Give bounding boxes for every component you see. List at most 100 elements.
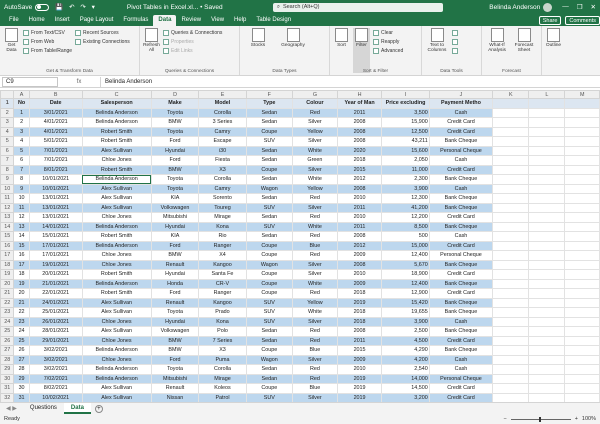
cell[interactable]: 6 — [13, 155, 30, 166]
cell[interactable]: 23 — [13, 316, 30, 327]
cell[interactable]: 29/01/2021 — [28, 335, 83, 346]
cell[interactable] — [528, 288, 566, 299]
cell[interactable]: Green — [292, 155, 338, 166]
cell[interactable]: Corolla — [198, 364, 247, 375]
cell[interactable]: SUV — [245, 297, 294, 308]
column-header[interactable]: A — [13, 90, 30, 99]
cell[interactable]: Renault — [150, 297, 200, 308]
cell[interactable]: Sedan — [245, 326, 294, 337]
cell[interactable]: 16 — [13, 250, 30, 261]
cell[interactable]: Sedan — [245, 335, 294, 346]
cell[interactable]: 10/01/2021 — [28, 183, 83, 194]
cell[interactable]: White — [292, 307, 338, 318]
cell[interactable]: Alex Sullivan — [81, 297, 152, 308]
cell[interactable] — [564, 231, 600, 242]
cell[interactable]: 4/01/2021 — [28, 117, 83, 128]
cell[interactable]: 2018 — [336, 155, 383, 166]
cell[interactable]: BMW — [150, 117, 200, 128]
cell[interactable] — [564, 212, 600, 223]
cell[interactable] — [492, 373, 530, 384]
cell[interactable]: 30 — [13, 383, 30, 394]
cell[interactable]: Hyundai — [150, 269, 200, 280]
cell[interactable]: 17 — [13, 259, 30, 270]
row-header[interactable]: 30 — [0, 373, 15, 384]
cell[interactable]: 2009 — [336, 278, 383, 289]
cell[interactable]: Yellow — [292, 183, 338, 194]
worksheet-grid[interactable]: ABCDEFGHIJKLM 1 No Date Salesperson Make Mode… — [0, 90, 600, 413]
cell[interactable]: Chloe Jones — [81, 335, 152, 346]
cell[interactable] — [564, 221, 600, 232]
comments-button[interactable]: Comments — [565, 16, 600, 25]
cell[interactable]: 18,900 — [381, 269, 430, 280]
cell[interactable]: 18 — [13, 269, 30, 280]
cell[interactable]: 21/01/2021 — [28, 278, 83, 289]
user-account[interactable]: Belinda Anderson — [489, 2, 553, 12]
cell[interactable]: Mirage — [198, 212, 247, 223]
cell[interactable]: Alex Sullivan — [81, 202, 152, 213]
minimize-icon[interactable]: — — [562, 3, 569, 11]
cell[interactable]: Volkswagen — [150, 326, 200, 337]
cell[interactable]: 14,500 — [381, 383, 430, 394]
cell[interactable]: 20 — [13, 288, 30, 299]
cell[interactable] — [492, 250, 530, 261]
cell[interactable]: Toyota — [150, 107, 200, 118]
cell[interactable]: Belinda Anderson — [81, 278, 152, 289]
cell[interactable]: 2011 — [336, 221, 383, 232]
cell[interactable]: 2008 — [336, 259, 383, 270]
cell[interactable]: 2019 — [336, 297, 383, 308]
cell[interactable] — [528, 278, 566, 289]
cell[interactable] — [492, 364, 530, 375]
cell[interactable]: X4 — [198, 250, 247, 261]
cell[interactable]: Mitsubishi — [150, 212, 200, 223]
row-header[interactable]: 13 — [0, 212, 15, 223]
column-header[interactable]: G — [292, 90, 338, 99]
refresh-all-button[interactable]: Refresh All — [143, 28, 160, 73]
cell[interactable]: Toyota — [150, 174, 200, 185]
cell[interactable]: Coupe — [245, 288, 294, 299]
row-header[interactable]: 26 — [0, 335, 15, 346]
cell[interactable]: 24 — [13, 326, 30, 337]
cell[interactable]: Alex Sullivan — [81, 307, 152, 318]
cell[interactable]: White — [292, 145, 338, 156]
autosave[interactable]: AutoSave — [4, 3, 50, 11]
cell[interactable]: Cash — [428, 107, 494, 118]
tab-formulas[interactable]: Formulas — [118, 15, 153, 26]
cell[interactable]: Cash — [428, 364, 494, 375]
column-header[interactable]: C — [81, 90, 152, 99]
row-header[interactable]: 18 — [0, 259, 15, 270]
tab-help[interactable]: Help — [229, 15, 251, 26]
cell[interactable] — [564, 145, 600, 156]
cell[interactable] — [564, 307, 600, 318]
cell[interactable]: Chloe Jones — [81, 259, 152, 270]
cell[interactable] — [492, 231, 530, 242]
formula-input[interactable]: Belinda Anderson — [100, 76, 600, 87]
cell[interactable]: Prado — [198, 307, 247, 318]
cell[interactable]: Belinda Anderson — [81, 240, 152, 251]
cell[interactable]: 7/02/2021 — [28, 373, 83, 384]
column-title[interactable]: Type — [245, 98, 294, 109]
cell[interactable] — [492, 335, 530, 346]
cell[interactable]: White — [292, 174, 338, 185]
cell[interactable] — [528, 364, 566, 375]
cell[interactable]: Bank Cheque — [428, 307, 494, 318]
cell[interactable]: 12,200 — [381, 212, 430, 223]
cell[interactable]: Chloe Jones — [81, 354, 152, 365]
cell[interactable]: 19/01/2021 — [28, 259, 83, 270]
cell[interactable]: Cash — [428, 183, 494, 194]
cell[interactable]: Escape — [198, 136, 247, 147]
cell[interactable]: 1 — [13, 107, 30, 118]
cell[interactable]: 4,500 — [381, 335, 430, 346]
cell[interactable]: Sorento — [198, 193, 247, 204]
cell[interactable]: Robert Smith — [81, 136, 152, 147]
column-header[interactable]: J — [428, 90, 494, 99]
cell[interactable]: Red — [292, 212, 338, 223]
cell[interactable]: 3/02/2021 — [28, 345, 83, 356]
row-header[interactable]: 8 — [0, 164, 15, 175]
cell[interactable] — [564, 136, 600, 147]
cell[interactable]: Bank Cheque — [428, 326, 494, 337]
cell[interactable]: 2 — [13, 117, 30, 128]
sheet-nav-icon[interactable]: ◀ ▶ — [0, 405, 23, 412]
cell[interactable]: Alex Sullivan — [81, 383, 152, 394]
row-header[interactable]: 14 — [0, 221, 15, 232]
cell[interactable]: Red — [292, 326, 338, 337]
